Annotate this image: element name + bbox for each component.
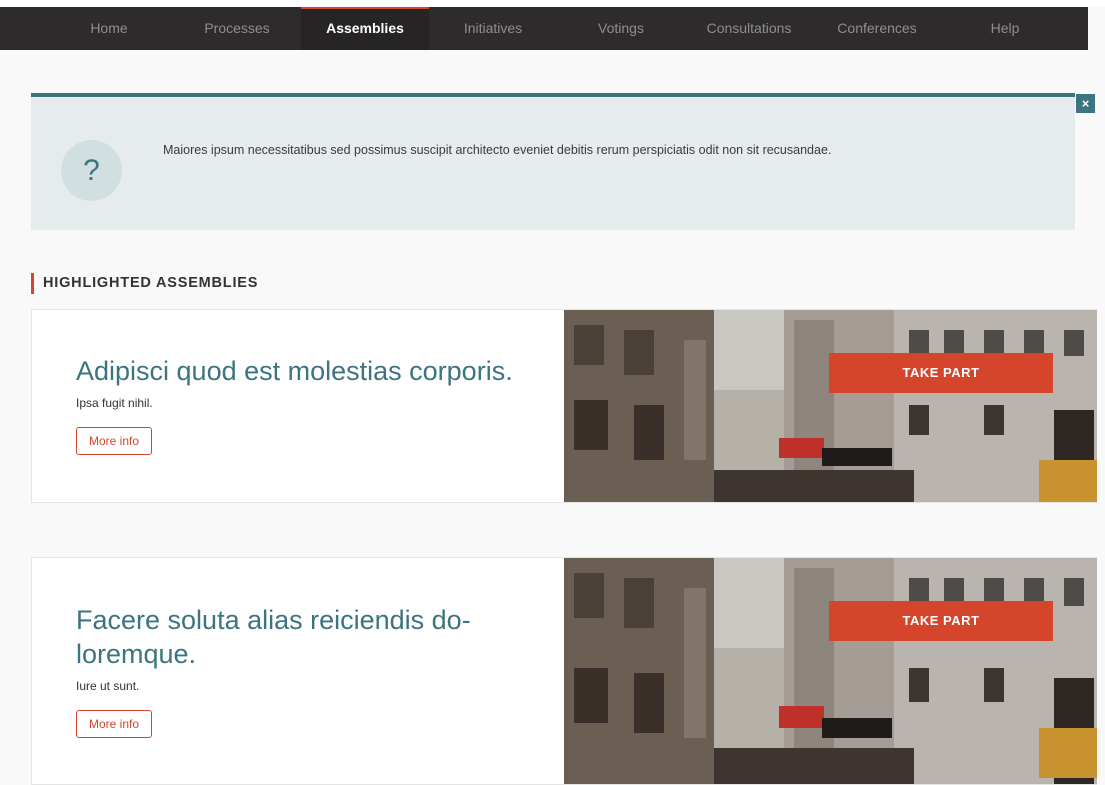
question-mark-icon: ?	[61, 140, 122, 201]
card-subtitle: Iure ut sunt.	[76, 679, 140, 693]
card-body: Facere soluta alias reiciendis do-loremq…	[76, 603, 546, 738]
assembly-card: Facere soluta alias reiciendis do-loremq…	[31, 557, 1097, 785]
more-info-button[interactable]: More info	[76, 427, 153, 455]
main-navigation: Home Processes Assemblies Initiatives Vo…	[0, 7, 1088, 50]
card-title[interactable]: Adipisci quod est molestias corporis.	[76, 354, 546, 388]
top-white-strip	[0, 0, 1105, 7]
nav-item-consultations[interactable]: Consultations	[685, 7, 813, 50]
nav-item-processes[interactable]: Processes	[173, 7, 301, 50]
close-icon[interactable]: ×	[1076, 94, 1095, 113]
nav-item-assemblies[interactable]: Assemblies	[301, 7, 429, 50]
help-callout	[31, 93, 1075, 230]
card-image: TAKE PART	[564, 310, 1097, 502]
callout-text: Maiores ipsum necessitatibus sed possimu…	[163, 143, 832, 157]
paris-street-photo	[564, 310, 1097, 502]
assembly-card: Adipisci quod est molestias corporis. Ip…	[31, 309, 1097, 503]
card-image: TAKE PART	[564, 558, 1097, 784]
nav-item-votings[interactable]: Votings	[557, 7, 685, 50]
nav-item-help[interactable]: Help	[941, 7, 1069, 50]
card-subtitle: Ipsa fugit nihil.	[76, 396, 153, 410]
nav-item-home[interactable]: Home	[45, 7, 173, 50]
nav-item-conferences[interactable]: Conferences	[813, 7, 941, 50]
card-body: Adipisci quod est molestias corporis. Ip…	[76, 354, 546, 455]
take-part-button[interactable]: TAKE PART	[829, 601, 1053, 641]
nav-item-initiatives[interactable]: Initiatives	[429, 7, 557, 50]
card-title[interactable]: Facere soluta alias reiciendis do-loremq…	[76, 603, 546, 671]
paris-street-photo	[564, 558, 1097, 784]
take-part-button[interactable]: TAKE PART	[829, 353, 1053, 393]
section-title: HIGHLIGHTED ASSEMBLIES	[31, 273, 258, 294]
more-info-button[interactable]: More info	[76, 710, 153, 738]
